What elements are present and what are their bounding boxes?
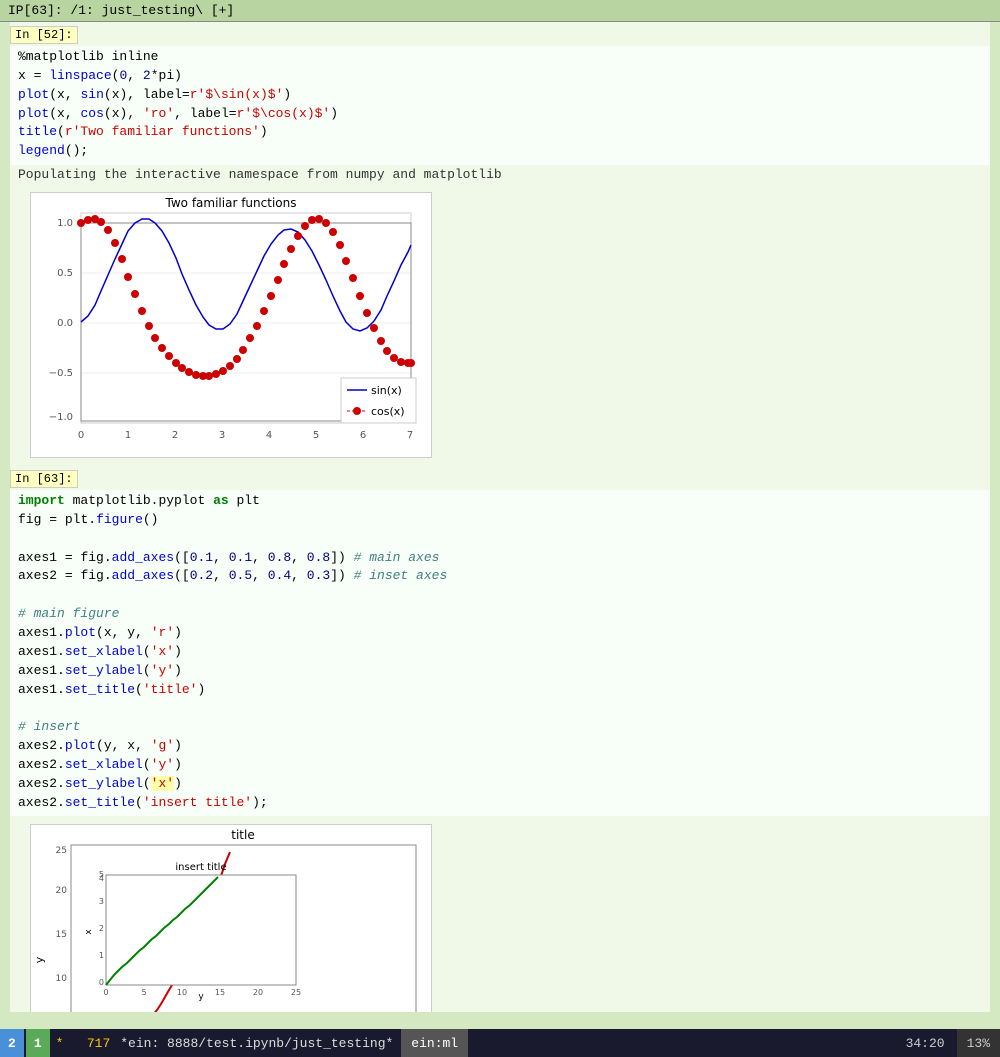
svg-text:2: 2 [99, 924, 104, 933]
plot1-container: Two familiar functions 1.0 0.5 0.0 −0.5 … [30, 192, 432, 458]
status-right: 34:20 13% [894, 1029, 1000, 1057]
svg-text:5: 5 [313, 430, 319, 441]
plot2-svg: title y x 0 5 10 15 20 25 0 1 2 3 4 5 [31, 825, 431, 1012]
status-indicator: * 717 [50, 1036, 117, 1051]
svg-text:0: 0 [99, 978, 104, 987]
status-position: 34:20 [894, 1036, 957, 1051]
svg-text:20: 20 [253, 988, 263, 997]
svg-text:5: 5 [141, 988, 146, 997]
status-percent: 13% [957, 1029, 1000, 1057]
notebook[interactable]: In [52]: %matplotlib inline x = linspace… [10, 22, 990, 1012]
svg-text:x: x [84, 929, 94, 935]
svg-text:−0.5: −0.5 [49, 368, 73, 379]
svg-text:0: 0 [78, 430, 84, 441]
svg-text:15: 15 [56, 930, 67, 940]
svg-text:4: 4 [266, 430, 272, 441]
cell-63-code[interactable]: import matplotlib.pyplot as plt fig = pl… [10, 490, 990, 816]
svg-text:1.0: 1.0 [57, 218, 73, 229]
svg-text:10: 10 [56, 974, 68, 984]
svg-text:20: 20 [56, 886, 68, 896]
svg-text:−1.0: −1.0 [49, 412, 73, 423]
cell-63: In [63]: import matplotlib.pyplot as plt… [10, 466, 990, 1012]
svg-text:y: y [33, 957, 46, 964]
plot1-svg: Two familiar functions 1.0 0.5 0.0 −0.5 … [31, 193, 431, 453]
svg-text:7: 7 [407, 430, 413, 441]
inset-axes [106, 875, 296, 985]
legend-sin-label: sin(x) [371, 384, 402, 397]
svg-text:0.0: 0.0 [57, 318, 73, 329]
svg-text:0.5: 0.5 [57, 268, 73, 279]
status-cell-1: 1 [26, 1029, 50, 1057]
cell-63-label[interactable]: In [63]: [10, 470, 78, 488]
svg-text:3: 3 [219, 430, 225, 441]
plot2-inset-title: insert title [175, 862, 226, 873]
svg-text:y: y [198, 992, 204, 1002]
cell-52-label[interactable]: In [52]: [10, 26, 78, 44]
svg-text:1: 1 [125, 430, 131, 441]
status-bar: 2 1 * 717 *ein: 8888/test.ipynb/just_tes… [0, 1029, 1000, 1057]
svg-text:25: 25 [56, 846, 67, 856]
svg-text:0: 0 [103, 988, 108, 997]
svg-text:25: 25 [291, 988, 301, 997]
svg-text:2: 2 [172, 430, 178, 441]
plot2-main-title: title [231, 828, 254, 842]
cell-52: In [52]: %matplotlib inline x = linspace… [10, 22, 990, 466]
status-filename: *ein: 8888/test.ipynb/just_testing* [116, 1036, 397, 1051]
cell-52-code[interactable]: %matplotlib inline x = linspace(0, 2*pi)… [10, 46, 990, 165]
status-mode: ein:ml [401, 1029, 468, 1057]
legend-cos-label: cos(x) [371, 405, 405, 418]
title-bar: IP[63]: /1: just_testing\ [+] [0, 0, 1000, 22]
svg-text:15: 15 [215, 988, 225, 997]
svg-text:1: 1 [99, 951, 104, 960]
status-cell-2: 2 [0, 1029, 24, 1057]
cell-52-output: Populating the interactive namespace fro… [10, 165, 990, 184]
plot2-container: title y x 0 5 10 15 20 25 0 1 2 3 4 5 [30, 824, 432, 1012]
svg-text:3: 3 [99, 897, 104, 906]
svg-text:5: 5 [99, 870, 104, 879]
svg-text:6: 6 [360, 430, 366, 441]
plot1-title: Two familiar functions [165, 196, 297, 210]
svg-text:10: 10 [177, 988, 187, 997]
title-text: IP[63]: /1: just_testing\ [+] [8, 3, 234, 18]
